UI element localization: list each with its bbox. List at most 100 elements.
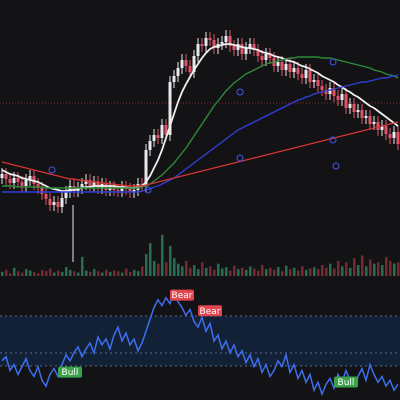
candle-body bbox=[340, 94, 344, 100]
volume-bar bbox=[45, 271, 48, 276]
volume-bar bbox=[97, 271, 100, 276]
volume-bar bbox=[213, 269, 216, 276]
volume-bar bbox=[197, 269, 200, 276]
volume-bar bbox=[361, 255, 364, 276]
volume-bar bbox=[301, 266, 304, 276]
tag-label: Bull bbox=[338, 378, 355, 388]
bull-tag: Bull bbox=[58, 366, 82, 378]
volume-bar bbox=[285, 265, 288, 276]
volume-bar bbox=[137, 271, 140, 276]
volume-bar bbox=[109, 271, 112, 276]
candle-body bbox=[300, 74, 304, 78]
volume-bar bbox=[225, 267, 228, 276]
volume-bar bbox=[129, 271, 132, 276]
volume-bar bbox=[297, 270, 300, 276]
volume-bar bbox=[125, 268, 128, 276]
candle-body bbox=[204, 38, 208, 46]
candle-body bbox=[316, 80, 320, 86]
volume-bar bbox=[345, 262, 348, 276]
volume-bar bbox=[369, 259, 372, 276]
volume-bar bbox=[261, 265, 264, 276]
candle-body bbox=[348, 104, 352, 108]
candle-body bbox=[296, 68, 300, 74]
ma_mid-line bbox=[2, 56, 399, 189]
volume-bar bbox=[117, 271, 120, 276]
bear-tag: Bear bbox=[198, 305, 222, 317]
volume-bar bbox=[25, 269, 28, 276]
candle-body bbox=[172, 76, 176, 82]
volume-bar bbox=[393, 263, 396, 276]
volume-bar bbox=[29, 270, 32, 276]
price-pane bbox=[0, 30, 400, 262]
candle-body bbox=[156, 135, 160, 138]
candle-body bbox=[40, 188, 44, 194]
tag-label: Bear bbox=[200, 307, 221, 317]
volume-bar bbox=[133, 269, 136, 276]
volume-bar bbox=[53, 272, 56, 276]
volume-bar bbox=[305, 269, 308, 276]
volume-bar bbox=[349, 267, 352, 276]
volume-bar bbox=[377, 262, 380, 276]
candle-body bbox=[44, 194, 48, 199]
candle-body bbox=[364, 116, 368, 118]
volume-bar bbox=[49, 268, 52, 276]
candle-body bbox=[336, 96, 340, 100]
chart-svg: Bull Bear Bear Bull bbox=[0, 30, 400, 397]
volume-bar bbox=[257, 270, 260, 276]
candle-body bbox=[260, 56, 264, 60]
crossover-marker bbox=[236, 154, 244, 162]
volume-bar bbox=[61, 271, 64, 276]
candle-body bbox=[196, 44, 200, 56]
chart-root: Bull Bear Bear Bull bbox=[0, 0, 400, 400]
volume-bar bbox=[373, 263, 376, 276]
candle-body bbox=[392, 132, 396, 138]
volume-bar bbox=[233, 265, 236, 276]
volume-bar bbox=[5, 269, 8, 276]
bull-tag: Bull bbox=[334, 376, 358, 388]
volume-bar bbox=[17, 271, 20, 276]
candle-body bbox=[0, 174, 4, 178]
volume-bar bbox=[21, 272, 24, 276]
volume-bar bbox=[101, 272, 104, 276]
volume-bar bbox=[41, 269, 44, 276]
candle-body bbox=[16, 178, 20, 182]
crossover-marker bbox=[48, 166, 56, 174]
candle-body bbox=[56, 202, 60, 207]
candle-body bbox=[176, 68, 180, 76]
volume-bar bbox=[89, 271, 92, 276]
volume-bar bbox=[205, 267, 208, 276]
volume-bar bbox=[353, 258, 356, 276]
ma_long-line bbox=[1, 121, 399, 187]
volume-bar bbox=[193, 265, 196, 276]
volume-bar bbox=[249, 266, 252, 276]
volume-bar bbox=[85, 270, 88, 276]
tag-label: Bear bbox=[172, 291, 193, 301]
candle-body bbox=[356, 110, 360, 112]
volume-bar bbox=[189, 267, 192, 276]
candle-body bbox=[396, 132, 400, 144]
oscillator-pane: Bull Bear Bear Bull bbox=[0, 289, 400, 397]
candle-body bbox=[188, 66, 192, 72]
volume-bar bbox=[309, 268, 312, 276]
candle-body bbox=[376, 122, 380, 130]
volume-bar bbox=[37, 273, 40, 276]
volume-bar bbox=[245, 269, 248, 276]
volume-bar bbox=[173, 258, 176, 276]
candle-body bbox=[12, 178, 16, 183]
volume-bar bbox=[13, 267, 16, 276]
candle-body bbox=[116, 190, 120, 191]
volume-bar bbox=[185, 260, 188, 276]
candle-body bbox=[152, 135, 156, 141]
candle-body bbox=[264, 54, 268, 60]
volume-bar bbox=[293, 267, 296, 276]
candle-body bbox=[344, 94, 348, 108]
candle-body bbox=[360, 110, 364, 118]
volume-bar bbox=[337, 260, 340, 276]
candle-body bbox=[200, 44, 204, 46]
crossover-marker bbox=[332, 162, 340, 170]
volume-bar bbox=[77, 272, 80, 276]
volume-bar bbox=[389, 260, 392, 276]
candle-body bbox=[372, 122, 376, 124]
volume-bar bbox=[329, 263, 332, 276]
candle-body bbox=[352, 104, 356, 112]
